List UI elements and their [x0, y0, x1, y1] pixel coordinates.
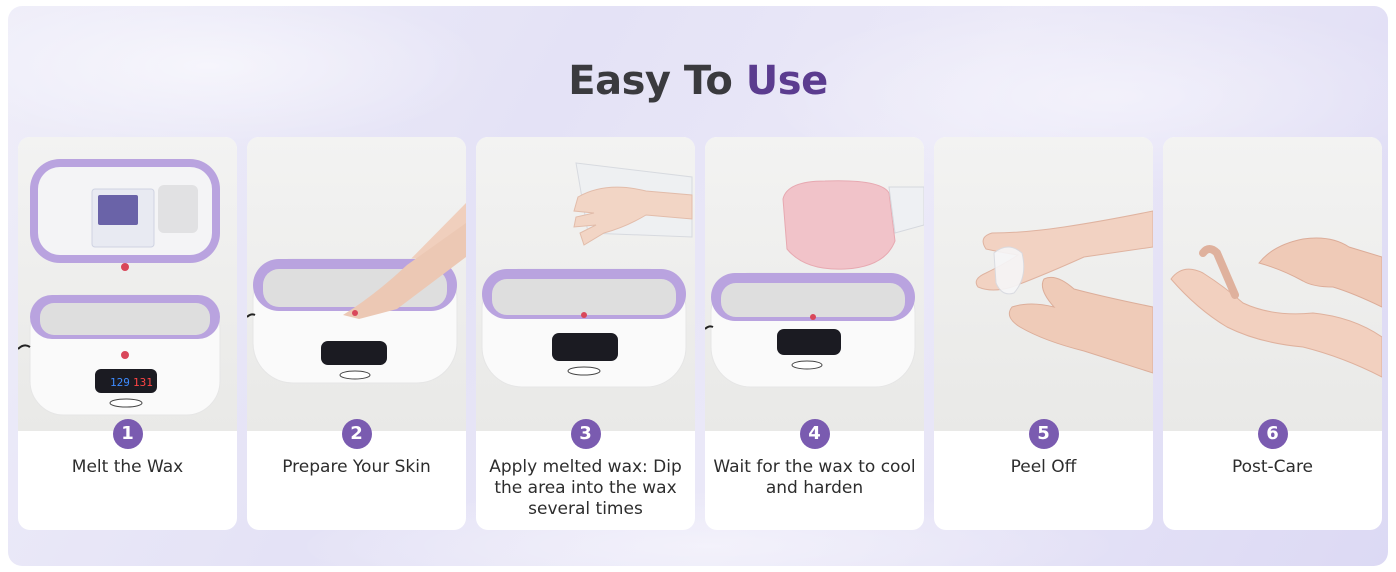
step-label: Wait for the wax to cool and harden	[713, 457, 916, 498]
step-card-1: 129 131 1 Melt the Wax	[18, 137, 237, 530]
step-3-image	[476, 137, 695, 431]
step-card-3: 3 Apply melted wax: Dip the area into th…	[476, 137, 695, 530]
step-label: Melt the Wax	[71, 457, 184, 477]
step-card-4: 4 Wait for the wax to cool and harden	[705, 137, 924, 530]
step-6-image	[1163, 137, 1382, 431]
title-text: Easy To	[568, 58, 746, 104]
step-label: Apply melted wax: Dip the area into the …	[489, 457, 682, 519]
display-temp-1: 129	[110, 376, 130, 389]
step-card-5: 5 Peel Off	[934, 137, 1153, 530]
display-temp-2: 131	[133, 376, 153, 389]
step-5-image	[934, 137, 1153, 431]
page-title: Easy To Use	[8, 58, 1388, 104]
step-number-badge: 1	[112, 419, 143, 449]
step-number-badge: 2	[341, 419, 372, 449]
step-label: Peel Off	[1010, 457, 1077, 477]
step-label: Prepare Your Skin	[282, 457, 431, 477]
step-4-image	[705, 137, 924, 431]
steps-row: 129 131 1 Melt the Wax 2 Prepare Your Sk…	[18, 137, 1382, 530]
step-card-6: 6 Post-Care	[1163, 137, 1382, 530]
step-2-image	[247, 137, 466, 431]
step-number-badge: 5	[1028, 419, 1059, 449]
step-1-image: 129 131	[18, 137, 237, 431]
title-accent-text: Use	[745, 58, 828, 104]
step-label: Post-Care	[1231, 457, 1314, 477]
step-card-2: 2 Prepare Your Skin	[247, 137, 466, 530]
step-number-badge: 3	[570, 419, 601, 449]
step-number-badge: 4	[799, 419, 830, 449]
step-number-badge: 6	[1257, 419, 1288, 449]
